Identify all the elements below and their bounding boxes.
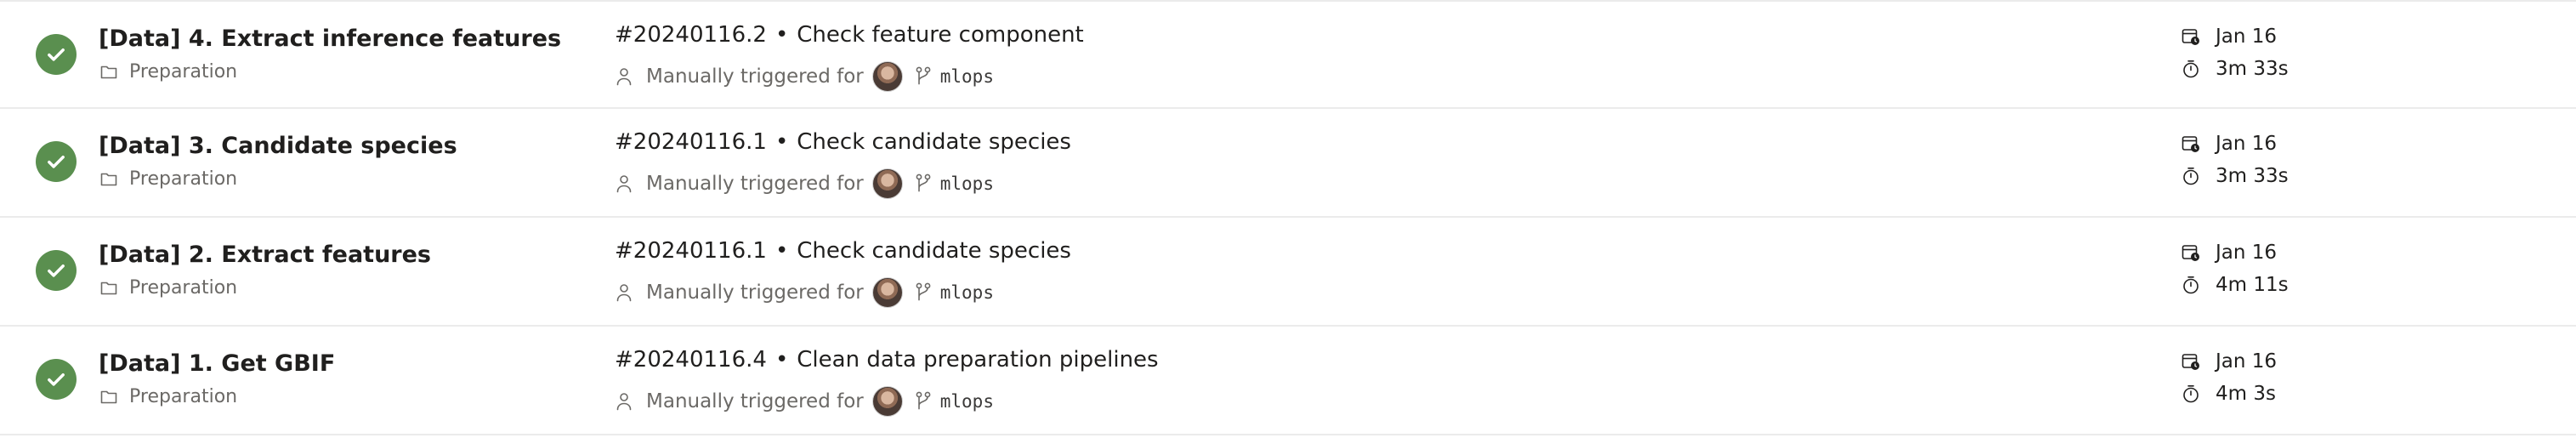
folder-icon xyxy=(100,390,117,403)
folder-label: Preparation xyxy=(129,61,238,82)
commit-message: Check candidate species xyxy=(797,129,1071,155)
run-id: #20240116.4 xyxy=(615,347,767,373)
branch-icon xyxy=(916,282,931,301)
run-duration: 4m 3s xyxy=(2182,383,2276,405)
pipeline-run-row[interactable]: [Data] 1. Get GBIF Preparation #20240116… xyxy=(0,327,2576,435)
run-separator: • xyxy=(775,22,789,48)
branch-icon xyxy=(916,66,931,85)
duration-label: 3m 33s xyxy=(2216,58,2289,80)
calendar-clock-icon xyxy=(2182,245,2199,261)
folder-icon xyxy=(100,65,117,78)
person-icon xyxy=(616,68,632,86)
run-title[interactable]: #20240116.1 • Check candidate species xyxy=(615,238,1071,264)
run-separator: • xyxy=(775,129,789,155)
branch-icon xyxy=(916,173,931,192)
pipeline-name[interactable]: [Data] 3. Candidate species xyxy=(99,133,457,159)
pipeline-folder: Preparation xyxy=(100,386,237,407)
trigger-text: Manually triggered for xyxy=(646,173,864,195)
avatar xyxy=(871,61,903,92)
pipeline-runs-list: [Data] 4. Extract inference features Pre… xyxy=(0,0,2576,438)
calendar-clock-icon xyxy=(2182,354,2199,370)
stopwatch-icon xyxy=(2183,60,2199,78)
trigger-text: Manually triggered for xyxy=(646,390,864,412)
run-date: Jan 16 xyxy=(2182,133,2277,155)
branch-name[interactable]: mlops xyxy=(940,391,994,412)
calendar-clock-icon xyxy=(2182,29,2199,45)
date-label: Jan 16 xyxy=(2216,26,2278,48)
trigger-info: Manually triggered for mlops xyxy=(616,386,994,417)
trigger-info: Manually triggered for mlops xyxy=(616,61,994,92)
pipeline-name[interactable]: [Data] 2. Extract features xyxy=(99,242,431,268)
duration-label: 4m 11s xyxy=(2216,274,2289,296)
person-icon xyxy=(616,284,632,302)
avatar xyxy=(871,168,903,199)
folder-label: Preparation xyxy=(129,168,238,190)
folder-icon xyxy=(100,173,117,185)
folder-label: Preparation xyxy=(129,386,238,407)
branch-name[interactable]: mlops xyxy=(940,66,994,87)
run-id: #20240116.1 xyxy=(615,238,767,264)
stopwatch-icon xyxy=(2183,276,2199,294)
commit-message: Clean data preparation pipelines xyxy=(797,347,1159,373)
duration-label: 3m 33s xyxy=(2216,165,2289,187)
stopwatch-icon xyxy=(2183,168,2199,185)
folder-label: Preparation xyxy=(129,277,238,299)
pipeline-name[interactable]: [Data] 4. Extract inference features xyxy=(99,26,561,52)
commit-message: Check candidate species xyxy=(797,238,1071,264)
branch-icon xyxy=(916,391,931,410)
date-label: Jan 16 xyxy=(2216,350,2278,373)
trigger-text: Manually triggered for xyxy=(646,282,864,304)
date-label: Jan 16 xyxy=(2216,133,2278,155)
run-duration: 4m 11s xyxy=(2182,274,2289,296)
folder-icon xyxy=(100,282,117,294)
run-id: #20240116.1 xyxy=(615,129,767,155)
run-title[interactable]: #20240116.2 • Check feature component xyxy=(615,22,1084,48)
person-icon xyxy=(616,393,632,411)
trigger-info: Manually triggered for mlops xyxy=(616,277,994,308)
avatar xyxy=(871,277,903,308)
run-date: Jan 16 xyxy=(2182,26,2277,48)
trigger-info: Manually triggered for mlops xyxy=(616,168,994,199)
pipeline-run-row[interactable]: [Data] 3. Candidate species Preparation … xyxy=(0,109,2576,218)
run-date: Jan 16 xyxy=(2182,242,2277,264)
duration-label: 4m 3s xyxy=(2216,383,2276,405)
pipeline-folder: Preparation xyxy=(100,61,237,82)
run-duration: 3m 33s xyxy=(2182,165,2289,187)
check-circle-icon xyxy=(36,250,77,291)
branch-name[interactable]: mlops xyxy=(940,173,994,194)
pipeline-run-row[interactable]: [Data] 4. Extract inference features Pre… xyxy=(0,0,2576,109)
stopwatch-icon xyxy=(2183,385,2199,403)
run-separator: • xyxy=(775,238,789,264)
run-title[interactable]: #20240116.1 • Check candidate species xyxy=(615,129,1071,155)
pipeline-folder: Preparation xyxy=(100,168,237,190)
commit-message: Check feature component xyxy=(797,22,1084,48)
pipeline-name[interactable]: [Data] 1. Get GBIF xyxy=(99,350,335,377)
check-circle-icon xyxy=(36,141,77,182)
date-label: Jan 16 xyxy=(2216,242,2278,264)
check-circle-icon xyxy=(36,34,77,75)
branch-name[interactable]: mlops xyxy=(940,282,994,303)
pipeline-folder: Preparation xyxy=(100,277,237,299)
run-duration: 3m 33s xyxy=(2182,58,2289,80)
trigger-text: Manually triggered for xyxy=(646,65,864,88)
run-id: #20240116.2 xyxy=(615,22,767,48)
avatar xyxy=(871,386,903,417)
pipeline-run-row[interactable]: [Data] 2. Extract features Preparation #… xyxy=(0,218,2576,327)
run-date: Jan 16 xyxy=(2182,350,2277,373)
calendar-clock-icon xyxy=(2182,136,2199,152)
run-title[interactable]: #20240116.4 • Clean data preparation pipel… xyxy=(615,347,1159,373)
run-separator: • xyxy=(775,347,789,373)
check-circle-icon xyxy=(36,359,77,400)
person-icon xyxy=(616,175,632,193)
